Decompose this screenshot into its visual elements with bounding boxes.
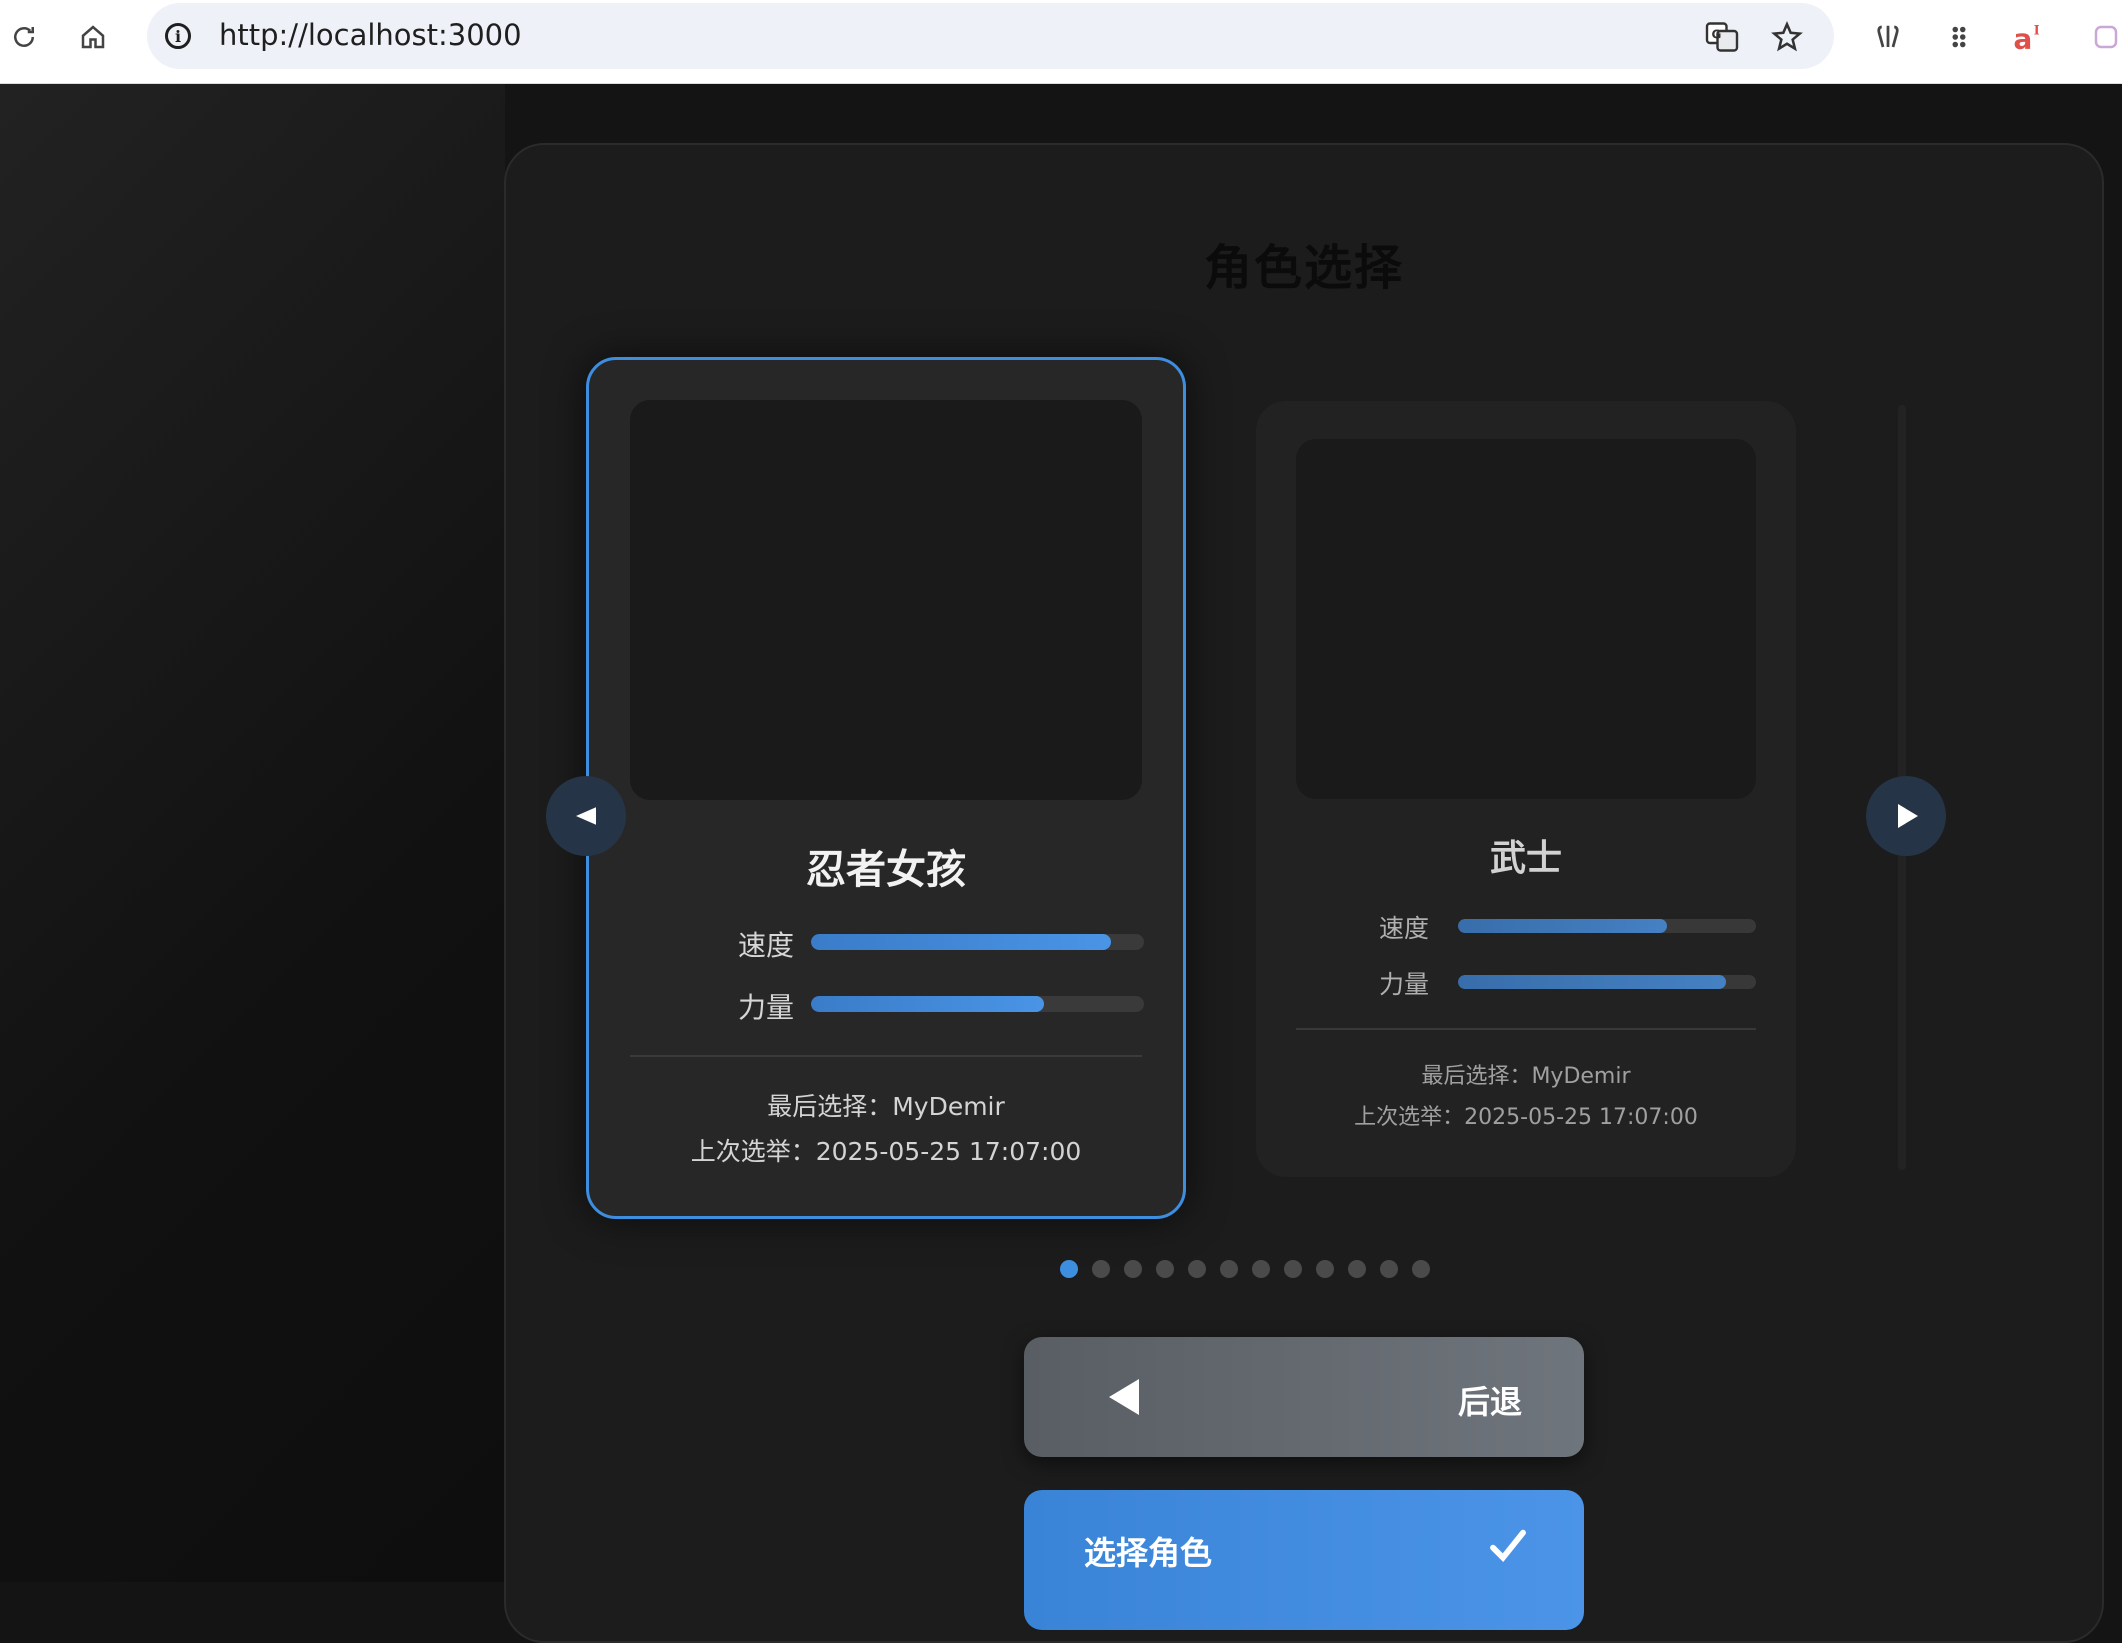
last-election-text: 上次选举：2025-05-25 17:07:00: [1354, 1105, 1698, 1130]
profile-icon[interactable]: [2084, 15, 2122, 59]
character-portrait: [630, 400, 1142, 800]
font-extension-icon[interactable]: aI: [2008, 15, 2052, 59]
background-left: [0, 84, 505, 1582]
carousel-dot[interactable]: [1156, 1260, 1174, 1278]
arrow-left-icon: [576, 807, 596, 825]
url-text[interactable]: http://localhost:3000: [219, 18, 522, 52]
carousel-dot[interactable]: [1092, 1260, 1110, 1278]
stat-label-strength: 力量: [737, 991, 794, 1024]
stat-bar-speed: [1458, 919, 1756, 933]
stat-label-speed: 速度: [737, 929, 794, 962]
character-name: 武士: [1489, 838, 1562, 879]
page-title: 角色选择: [1203, 240, 1404, 296]
back-button-label: 后退: [1457, 1383, 1522, 1421]
checkmark-icon: [1490, 1529, 1526, 1563]
extension-icon[interactable]: [1866, 15, 1910, 59]
bookmark-star-icon[interactable]: [1767, 17, 1807, 57]
stat-bar-strength: [1458, 975, 1756, 989]
extensions-menu-icon[interactable]: [1937, 15, 1981, 59]
select-character-button[interactable]: 选择角色: [1024, 1490, 1584, 1630]
character-portrait: [1296, 439, 1756, 799]
carousel-dot[interactable]: [1124, 1260, 1142, 1278]
stat-bar-speed: [811, 934, 1144, 950]
address-bar[interactable]: i http://localhost:3000 G: [147, 3, 1834, 69]
carousel-dot[interactable]: [1316, 1260, 1334, 1278]
stat-label-speed: 速度: [1378, 914, 1429, 943]
next-arrow-button[interactable]: [1866, 776, 1946, 856]
carousel-dot[interactable]: [1348, 1260, 1366, 1278]
svg-text:G: G: [1712, 28, 1722, 42]
back-button[interactable]: 后退: [1024, 1337, 1584, 1457]
stat-label-strength: 力量: [1378, 970, 1429, 999]
carousel-dot[interactable]: [1380, 1260, 1398, 1278]
stat-bar-strength: [811, 996, 1144, 1012]
site-info-icon[interactable]: i: [165, 23, 191, 49]
translate-icon[interactable]: G: [1702, 17, 1742, 57]
arrow-right-icon: [1898, 804, 1918, 828]
carousel-dot[interactable]: [1412, 1260, 1430, 1278]
svg-text:I: I: [2034, 22, 2040, 37]
prev-arrow-button[interactable]: [546, 776, 626, 856]
carousel-dot[interactable]: [1252, 1260, 1270, 1278]
browser-toolbar: i http://localhost:3000 G aI: [0, 0, 2122, 84]
home-icon[interactable]: [71, 15, 115, 59]
character-card[interactable]: 武士 速度 力量 最后选择：MyDemir 上次选举：2025-05-25 17…: [1256, 401, 1796, 1177]
carousel-dot[interactable]: [1060, 1260, 1078, 1278]
carousel-dot[interactable]: [1284, 1260, 1302, 1278]
last-selected-text: 最后选择：MyDemir: [1421, 1064, 1631, 1089]
carousel-dot[interactable]: [1220, 1260, 1238, 1278]
svg-text:a: a: [2014, 22, 2033, 54]
character-name: 忍者女孩: [806, 847, 966, 893]
back-arrow-icon: [1109, 1379, 1139, 1415]
card-divider: [1296, 1028, 1756, 1030]
card-divider: [630, 1055, 1142, 1057]
last-election-text: 上次选举：2025-05-25 17:07:00: [690, 1137, 1082, 1166]
select-button-label: 选择角色: [1084, 1534, 1213, 1572]
character-card-selected[interactable]: 忍者女孩 速度 力量 最后选择：MyDemir 上次选举：2025-05-25 …: [586, 357, 1186, 1219]
last-selected-text: 最后选择：MyDemir: [767, 1092, 1005, 1121]
reload-icon[interactable]: [2, 15, 46, 59]
carousel-pagination: [1060, 1260, 1430, 1278]
carousel-dot[interactable]: [1188, 1260, 1206, 1278]
